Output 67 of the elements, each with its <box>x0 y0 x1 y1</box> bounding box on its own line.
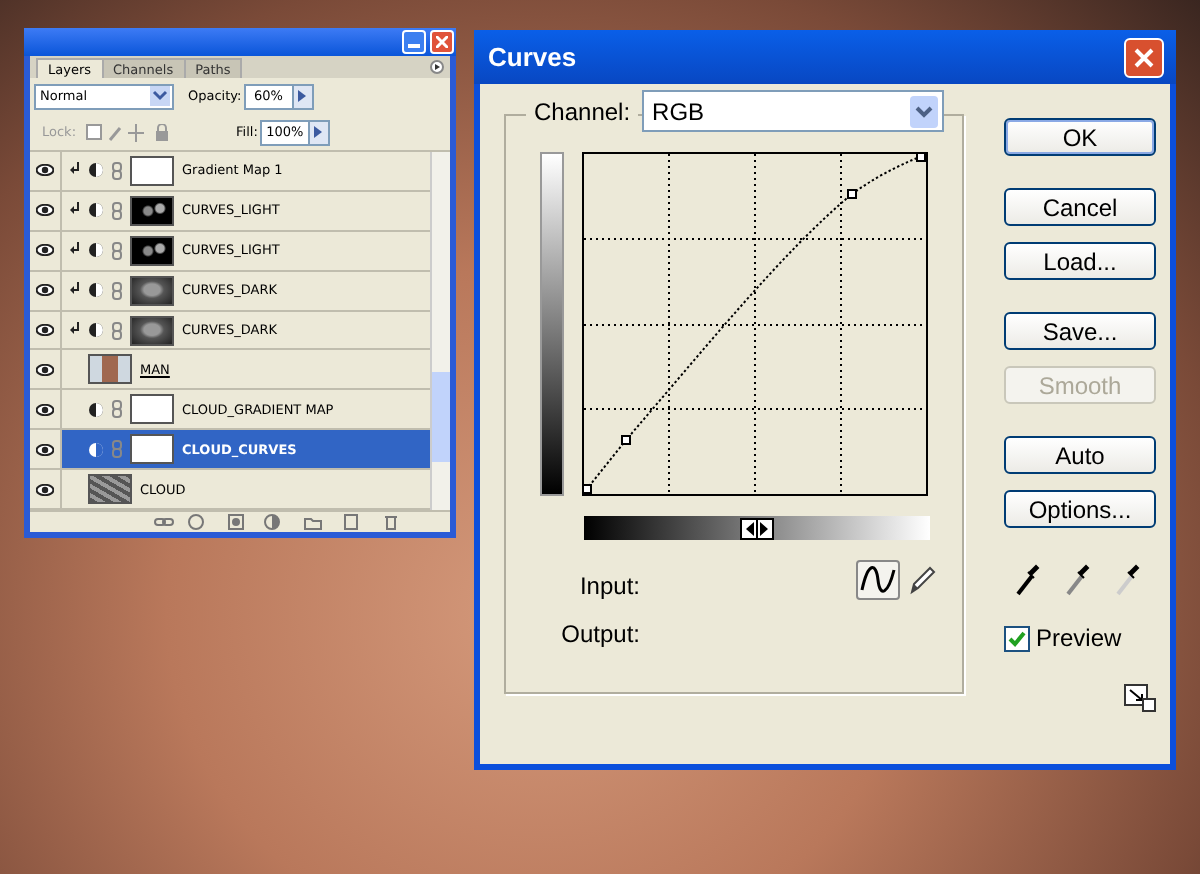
layer-thumbnail <box>88 354 132 385</box>
opacity-arrow-button[interactable] <box>291 83 314 109</box>
adjustment-circle-icon <box>88 162 104 179</box>
curve-graph[interactable] <box>582 152 928 496</box>
preview-checkbox[interactable] <box>1004 625 1030 651</box>
gradient-toggle-icon[interactable] <box>740 517 774 539</box>
dialog-button[interactable]: Load... <box>1004 242 1156 280</box>
mask-thumbnail <box>130 434 174 465</box>
channel-dropdown[interactable]: RGB <box>642 90 945 132</box>
link-chain-icon <box>112 440 122 459</box>
visibility-eye-icon[interactable] <box>30 311 62 349</box>
adjustment-circle-icon <box>88 441 104 458</box>
adjustment-circle-icon <box>88 202 104 219</box>
dialog-button[interactable]: OK <box>1004 118 1156 156</box>
link-chain-icon <box>112 321 122 339</box>
pencil-icon[interactable] <box>908 564 936 596</box>
adjustment-circle-icon <box>88 282 104 299</box>
close-icon <box>436 36 448 48</box>
curve-tool-button[interactable] <box>856 560 900 600</box>
mask-thumbnail <box>130 235 174 266</box>
adjustment-circle-icon <box>88 401 104 418</box>
dialog-button[interactable]: Auto <box>1004 436 1156 474</box>
visibility-eye-icon[interactable] <box>30 470 62 509</box>
visibility-eye-icon[interactable] <box>30 350 62 389</box>
channel-label: Channel: <box>526 97 639 125</box>
caret-icon <box>298 90 307 102</box>
dialog-title: Curves <box>488 42 577 72</box>
link-chain-icon <box>112 400 122 419</box>
minimize-button[interactable] <box>402 30 426 54</box>
link-chain-icon <box>112 241 122 260</box>
resize-icon[interactable] <box>1124 684 1156 712</box>
input-label: Input: <box>579 572 640 600</box>
mask-thumbnail <box>130 195 174 226</box>
caret-icon <box>150 86 170 106</box>
close-button[interactable] <box>1124 37 1164 77</box>
output-label: Output: <box>561 620 640 648</box>
close-icon <box>1134 47 1154 67</box>
mask-thumbnail <box>130 155 174 186</box>
mask-thumbnail <box>130 275 174 306</box>
dialog-button[interactable]: Cancel <box>1004 188 1156 226</box>
panel-menu-icon[interactable] <box>430 60 444 74</box>
dialog-button[interactable]: Options... <box>1004 490 1156 528</box>
adjustment-circle-icon <box>88 322 104 338</box>
visibility-eye-icon[interactable] <box>30 390 62 429</box>
eyedropper-icon[interactable] <box>1016 564 1040 596</box>
mask-thumbnail <box>130 394 174 425</box>
caret-icon <box>314 126 323 138</box>
link-chain-icon <box>112 161 122 180</box>
fill-arrow-button[interactable] <box>307 119 330 145</box>
layer-thumbnail <box>88 474 132 505</box>
close-button[interactable] <box>430 30 454 54</box>
visibility-eye-icon[interactable] <box>30 191 62 230</box>
visibility-eye-icon[interactable] <box>30 271 62 310</box>
lock-options-icon[interactable] <box>86 123 171 141</box>
visibility-eye-icon[interactable] <box>30 152 62 190</box>
caret-icon <box>910 95 939 127</box>
visibility-eye-icon[interactable] <box>30 231 62 270</box>
scrollbar[interactable] <box>430 152 450 510</box>
preview-label: Preview <box>1036 624 1122 652</box>
link-chain-icon <box>112 281 122 300</box>
link-chain-icon <box>112 201 122 220</box>
eyedropper-icon[interactable] <box>1116 564 1140 596</box>
adjustment-circle-icon <box>88 242 104 259</box>
dialog-button[interactable]: Save... <box>1004 312 1156 350</box>
eyedropper-icon[interactable] <box>1066 564 1090 596</box>
visibility-eye-icon[interactable] <box>30 430 62 469</box>
mask-thumbnail <box>130 315 174 345</box>
